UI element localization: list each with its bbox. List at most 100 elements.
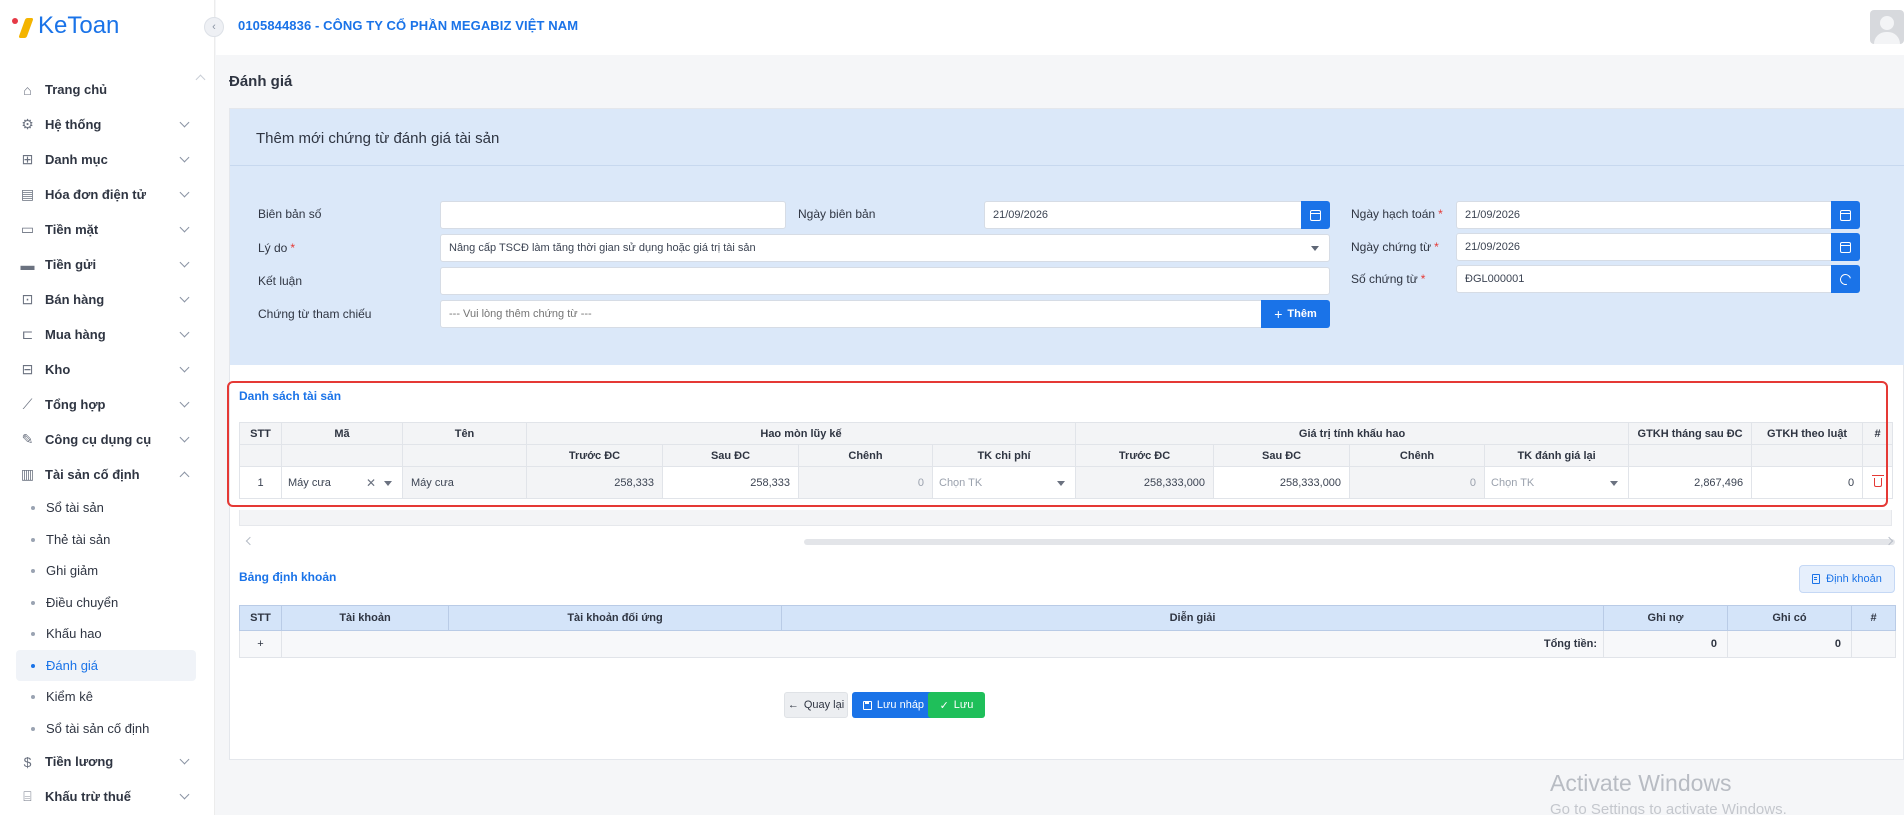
ngay-hach-toan-calendar-button[interactable] [1831,201,1860,229]
ngay-hach-toan-input[interactable] [1456,201,1832,229]
sidebar-item-label: Công cụ dụng cụ [45,432,152,447]
sidebar-item-he-thong[interactable]: ⚙ Hệ thống [0,107,215,142]
sidebar-subitem-ghi-giam[interactable]: Ghi giảm [0,555,215,587]
them-chung-tu-button[interactable]: + Thêm [1261,300,1330,328]
back-button[interactable]: ← Quay lại [784,692,848,718]
sidebar-item-ban-hang[interactable]: ⊡ Bán hàng [0,282,215,317]
save-button[interactable]: ✓ Lưu [928,692,985,718]
sidebar-item-label: Danh mục [45,152,108,167]
plus-icon: + [1274,306,1283,322]
cart-icon: ⊏ [21,326,34,342]
ly-do-label: Lý do * [258,241,295,255]
sidebar-item-tien-luong[interactable]: $ Tiền lương [0,744,215,779]
chevron-left-icon: ‹ [212,21,216,33]
save-draft-button[interactable]: Lưu nháp [852,692,935,718]
gear-icon: ⚙ [21,116,34,132]
invoice-icon: ▤ [20,186,35,202]
avatar[interactable] [1870,10,1904,44]
ngay-bien-ban-input[interactable] [984,201,1302,229]
sidebar-subitem-so-tscd[interactable]: Sổ tài sản cố định [0,713,215,745]
sidebar-item-tai-san[interactable]: ▥ Tài sản cố định [0,457,215,492]
sidebar-subitem-the-tai-san[interactable]: Thẻ tài sản [0,524,215,556]
bag-icon: ⊡ [21,291,34,307]
sidebar-item-label: Mua hàng [45,327,106,342]
tong-co-value: 0 [1727,630,1852,658]
company-name[interactable]: 0105844836 - CÔNG TY CỔ PHẦN MEGABIZ VIỆ… [238,18,578,33]
sidebar-subitem-khau-hao[interactable]: Khấu hao [0,618,215,650]
sidebar-item-tong-hop[interactable]: ⟋ Tổng hợp [0,387,215,422]
sidebar-item-label: Tiền mặt [45,222,99,237]
form-title: Thêm mới chứng từ đánh giá tài sản [256,130,500,147]
chung-tu-tham-chieu-input[interactable] [440,300,1262,328]
save-draft-label: Lưu nháp [876,699,925,711]
sidebar-item-label: Bán hàng [45,292,105,307]
ly-do-label-text: Lý do [258,241,288,255]
so-chung-tu-input[interactable] [1456,265,1832,293]
sidebar-item-khau-tru-thue[interactable]: ⌸ Khấu trừ thuế [0,779,215,814]
col-actions: # [1851,605,1896,631]
sidebar-item-kho[interactable]: ⊟ Kho [0,352,215,387]
topbar: 0105844836 - CÔNG TY CỔ PHẦN MEGABIZ VIỆ… [216,0,1904,55]
horizontal-scrollbar[interactable] [804,539,1895,545]
page-title: Đánh giá [229,73,293,90]
sidebar-subitem-kiem-ke[interactable]: Kiểm kê [0,681,215,713]
sidebar-subitem-so-tai-san[interactable]: Sổ tài sản [0,492,215,524]
sidebar-subitem-label: Thẻ tài sản [46,531,111,547]
scroll-left-icon[interactable] [245,536,255,546]
sidebar-subitem-label: Sổ tài sản [46,500,104,516]
ngay-hach-toan-label: Ngày hạch toán * [1351,207,1443,221]
so-chung-tu-refresh-button[interactable] [1831,265,1860,293]
save-label: Lưu [953,699,974,711]
sidebar-collapse-button[interactable]: ‹ [204,17,224,37]
sidebar-item-label: Tiền gửi [45,257,97,272]
chevron-down-icon [179,222,190,233]
sidebar-item-cong-cu[interactable]: ✎ Công cụ dụng cụ [0,422,215,457]
arrow-left-icon: ← [787,699,799,711]
calendar-icon [1310,209,1321,221]
ngay-bien-ban-calendar-button[interactable] [1301,201,1330,229]
dinh-khoan-button[interactable]: Định khoản [1799,565,1895,593]
sidebar-item-tien-gui[interactable]: ▬ Tiền gửi [0,247,215,282]
ly-do-select[interactable]: Nâng cấp TSCĐ làm tăng thời gian sử dụng… [440,234,1330,262]
bullet-icon [31,695,35,699]
sidebar-item-tien-mat[interactable]: ▭ Tiền mặt [0,212,215,247]
logo-dot-icon [12,18,18,24]
chevron-down-icon [179,327,190,338]
sidebar-item-label: Tài sản cố định [45,467,140,482]
sidebar-subitem-label: Ghi giảm [46,563,99,579]
empty-cell [1851,630,1896,658]
chart-icon: ⟋ [22,396,33,412]
chevron-down-icon [1311,246,1319,251]
tong-tien-label: Tổng tiền: [281,630,1604,658]
sidebar-item-label: Khấu trừ thuế [45,789,131,804]
add-row-button[interactable]: + [239,630,282,658]
required-mark: * [1438,207,1443,221]
ngay-chung-tu-calendar-button[interactable] [1831,233,1860,261]
col-stt: STT [239,605,282,631]
chung-tu-tham-chieu-label: Chứng từ tham chiếu [258,307,372,321]
document-icon [1812,574,1821,584]
tools-icon: ✎ [21,431,34,447]
sidebar-subitem-label: Điều chuyển [46,594,119,610]
chevron-down-icon [179,754,190,765]
chevron-down-icon [179,397,190,408]
chevron-down-icon [179,362,190,373]
warehouse-icon: ⊟ [21,361,34,377]
sidebar-item-trang-chu[interactable]: ⌂ Trang chủ [0,72,215,107]
so-chung-tu-label: Số chứng từ * [1351,272,1425,286]
grid-icon: ⊞ [21,151,34,167]
bullet-icon [31,663,35,668]
sidebar-item-danh-muc[interactable]: ⊞ Danh mục [0,142,215,177]
required-mark: * [1434,240,1439,254]
sidebar-subitem-dieu-chuyen[interactable]: Điều chuyển [0,587,215,619]
ket-luan-input[interactable] [440,267,1330,295]
sidebar-item-mua-hang[interactable]: ⊏ Mua hàng [0,317,215,352]
chevron-down-icon [179,152,190,163]
chevron-down-icon [179,432,190,443]
dinh-khoan-table: STT Tài khoản Tài khoản đối ứng Diễn giả… [239,605,1896,658]
sidebar-item-hoa-don[interactable]: ▤ Hóa đơn điện tử [0,177,215,212]
back-label: Quay lại [803,699,845,711]
ngay-chung-tu-input[interactable] [1456,233,1832,261]
sidebar-subitem-danh-gia[interactable]: Đánh giá [16,649,196,681]
bien-ban-so-input[interactable] [440,201,786,229]
